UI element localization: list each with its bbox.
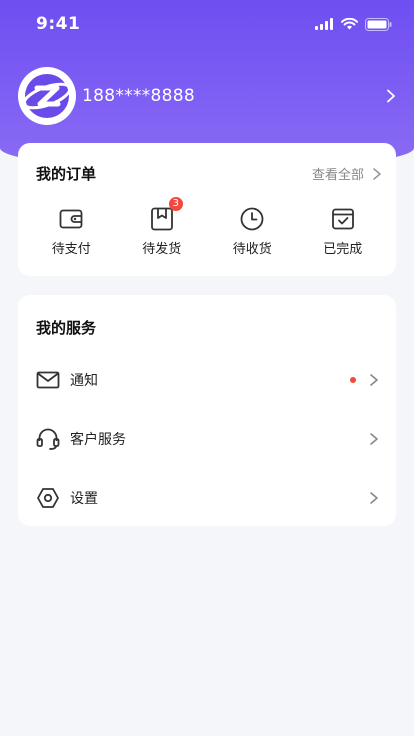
services-card: 我的服务 通知 客户服务 设置	[18, 295, 396, 526]
services-header: 我的服务	[18, 295, 396, 338]
status-time: 9:41	[36, 14, 81, 34]
avatar[interactable]	[18, 67, 76, 125]
settings-icon	[37, 487, 59, 508]
service-label: 客户服务	[70, 431, 126, 448]
order-status-row: 待支付 3 待发货 待收货 已完成	[18, 197, 396, 257]
package-icon	[150, 207, 173, 231]
headset-icon	[36, 428, 60, 450]
order-status-pending-payment[interactable]: 待支付	[29, 206, 113, 257]
chevron-right-icon[interactable]	[384, 89, 398, 103]
order-status-pending-shipment[interactable]: 3 待发货	[120, 197, 204, 257]
service-label: 设置	[70, 490, 98, 507]
order-status-label: 待支付	[51, 242, 91, 257]
order-status-label: 待发货	[142, 242, 182, 257]
services-title: 我的服务	[36, 319, 97, 337]
services-list: 通知 客户服务 设置	[18, 350, 396, 527]
mail-icon	[36, 371, 60, 388]
status-bar: 9:41	[0, 0, 414, 48]
order-status-completed[interactable]: 已完成	[301, 206, 385, 257]
service-label: 通知	[70, 372, 98, 389]
service-item-customer-service[interactable]: 客户服务	[18, 409, 396, 468]
view-all-orders-link[interactable]: 查看全部	[312, 164, 382, 183]
service-item-notifications[interactable]: 通知	[18, 350, 396, 409]
chevron-right-icon	[370, 432, 378, 445]
brand-logo-icon	[22, 74, 72, 118]
order-status-label: 已完成	[323, 242, 363, 257]
chevron-right-icon	[373, 167, 381, 180]
chevron-right-icon	[370, 373, 378, 386]
signal-icon	[315, 18, 333, 30]
wifi-icon	[341, 18, 358, 30]
status-icons	[315, 17, 392, 31]
chevron-right-icon	[370, 491, 378, 504]
order-count-badge: 3	[168, 197, 183, 211]
view-all-label: 查看全部	[311, 168, 364, 183]
orders-card: 我的订单 查看全部 待支付 3 待发货 待收货 已完成	[18, 143, 396, 276]
calendar-check-icon	[331, 208, 354, 230]
order-status-pending-receipt[interactable]: 待收货	[210, 206, 294, 257]
unread-dot	[350, 376, 356, 383]
battery-icon	[365, 17, 392, 31]
wallet-icon	[59, 209, 83, 229]
profile-header[interactable]: 188****8888	[18, 66, 398, 126]
clock-icon	[240, 207, 264, 231]
order-status-label: 待收货	[232, 242, 272, 257]
service-item-settings[interactable]: 设置	[18, 468, 396, 527]
user-phone: 188****8888	[82, 86, 196, 106]
orders-title: 我的订单	[36, 165, 97, 183]
orders-header: 我的订单 查看全部	[18, 143, 396, 184]
